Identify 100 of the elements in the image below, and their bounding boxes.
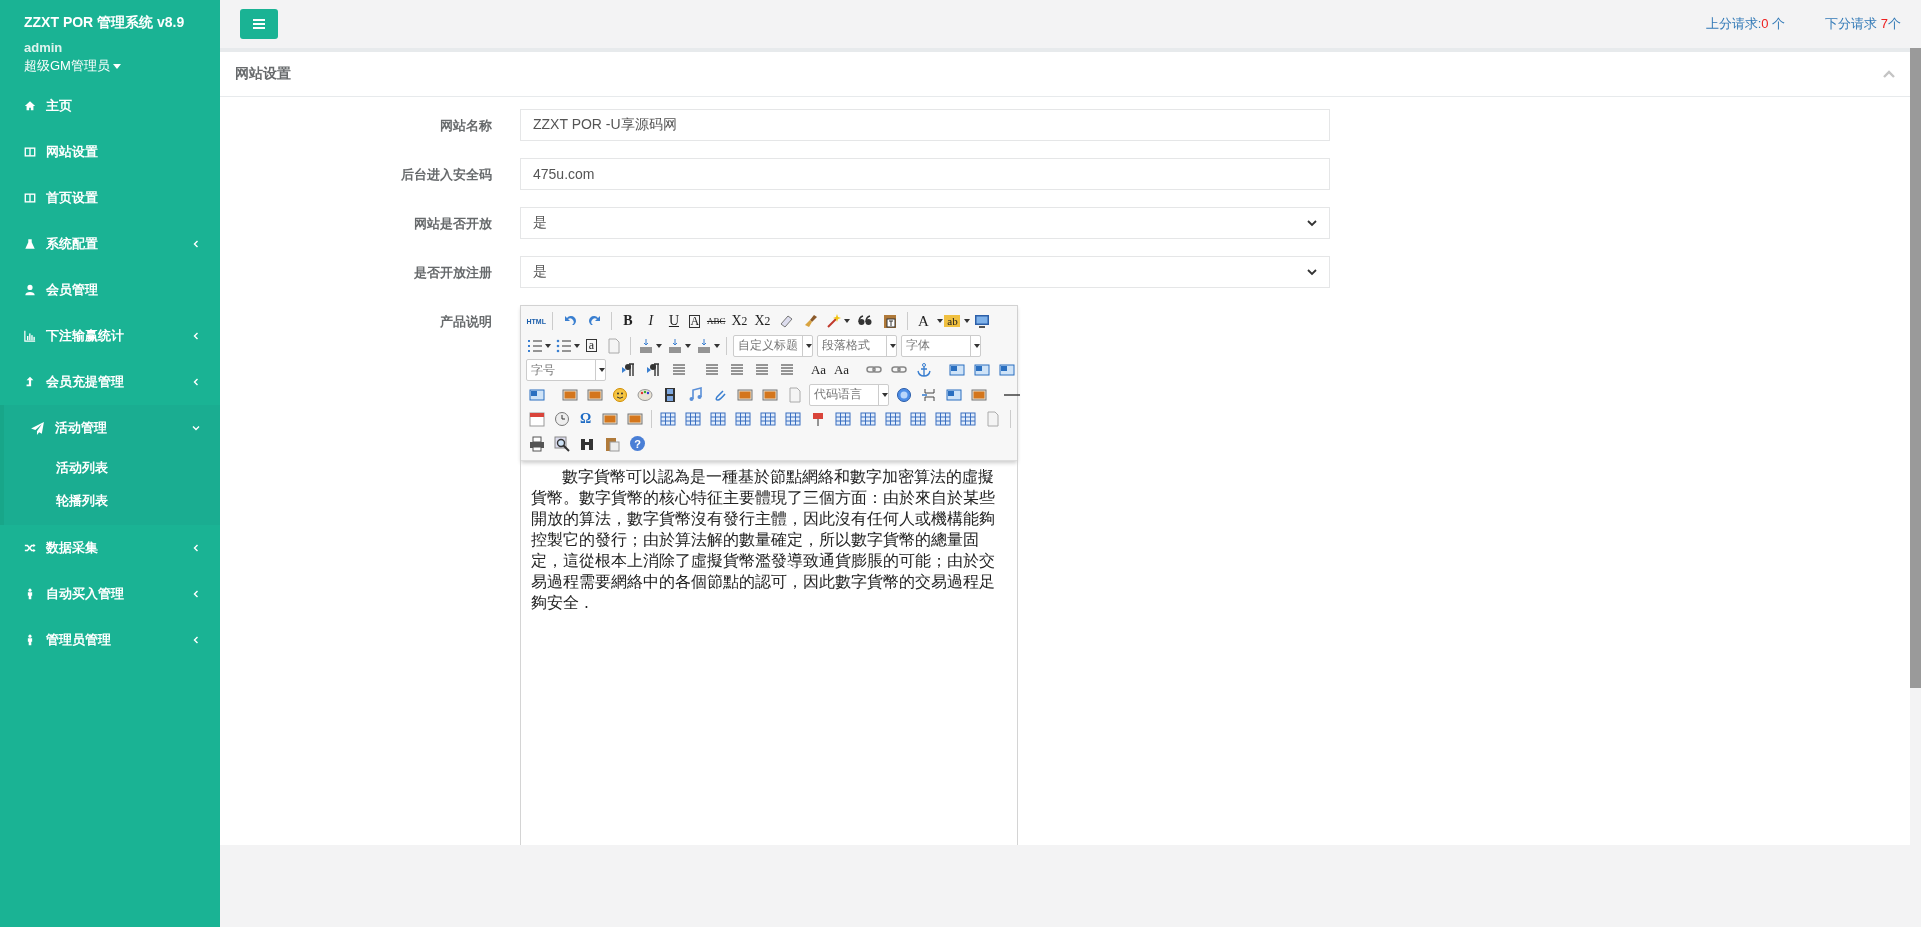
- menu-item[interactable]: 首页设置: [0, 175, 220, 221]
- columns-icon: [24, 146, 36, 158]
- flask-icon: [24, 238, 36, 250]
- image-icon: [761, 386, 778, 403]
- caret-icon: [889, 343, 896, 348]
- toolbar-dropdown[interactable]: 字体: [901, 334, 981, 357]
- monitor-icon: [974, 313, 991, 329]
- symbol-button[interactable]: Ω: [575, 409, 596, 429]
- table-icon: [960, 411, 976, 427]
- globe-icon: [895, 386, 912, 403]
- anchor-icon: [915, 362, 932, 378]
- indent-icon: [670, 362, 687, 378]
- image-icon: [601, 411, 618, 427]
- underline-button[interactable]: U: [663, 311, 684, 331]
- layout-icon: [998, 362, 1015, 378]
- strike-button[interactable]: ABC: [705, 311, 727, 331]
- caret-icon: [805, 343, 812, 348]
- chevron-down-icon: [1307, 268, 1317, 276]
- text-field[interactable]: ZZXT POR -U享源码网: [520, 109, 1330, 141]
- menu-item[interactable]: 系统配置: [0, 221, 220, 267]
- image-icon: [626, 411, 643, 427]
- menu-item[interactable]: 数据采集: [0, 525, 220, 571]
- menu-item[interactable]: 会员管理: [0, 267, 220, 313]
- pagebreak-icon: [920, 386, 937, 403]
- layout-icon: [948, 362, 965, 378]
- italic-button[interactable]: I: [640, 311, 661, 331]
- boxed-button[interactable]: A: [689, 314, 701, 328]
- app-title: ZZXT POR 管理系统 v8.9: [24, 14, 186, 32]
- caret-icon: [844, 319, 851, 323]
- field-label: 后台进入安全码: [400, 166, 493, 184]
- caret-icon: [973, 343, 980, 348]
- caret-icon: [544, 343, 551, 348]
- request-link[interactable]: 上分请求:0 个: [1705, 15, 1786, 33]
- table-icon: [885, 411, 901, 427]
- caret-icon: [881, 392, 888, 397]
- spacing-icon: [666, 337, 683, 354]
- table-icon: [935, 411, 951, 427]
- image-icon: [586, 386, 603, 403]
- editor-content[interactable]: 數字貨幣可以認為是一種基於節點網絡和數字加密算法的虛擬貨幣。數字貨幣的核心特征主要體現了三個方面：由於來自於某些開放的算法，數字貨幣沒有發行主體，因此沒有任何人或機構能夠控製它的發行；由於算法解的數量確定，所以數字貨幣的總量固定，這從根本上消除了虛擬貨幣濫發導致通貨膨脹的可能；由於交易過程需要網絡中的各個節點的認可，因此數字貨幣的交易過程足夠安全 .: [521, 461, 1017, 845]
- lineheight-icon: [695, 337, 712, 354]
- select-field[interactable]: 是: [520, 207, 1330, 239]
- image-icon: [736, 386, 753, 403]
- image-icon: [970, 386, 987, 403]
- table-icon: [735, 411, 751, 427]
- palette-icon: [636, 386, 653, 403]
- paper-plane-icon: [30, 420, 45, 436]
- brush-icon: [803, 313, 820, 329]
- username: admin: [24, 40, 64, 55]
- highlight-button[interactable]: ab: [944, 315, 961, 327]
- menu-item[interactable]: 活动管理: [4, 405, 220, 451]
- menu-item[interactable]: 主页: [0, 83, 220, 129]
- menu-item[interactable]: 会员充提管理: [0, 359, 220, 405]
- align-icon: [728, 362, 745, 378]
- spacing-icon: [637, 337, 654, 354]
- field-label: 网站是否开放: [413, 215, 493, 233]
- clock-icon: [553, 411, 570, 427]
- toolbar-dropdown[interactable]: 代码语言: [809, 383, 889, 406]
- panel-title: 网站设置: [235, 65, 292, 83]
- table-icon: [860, 411, 876, 427]
- table-icon: [710, 411, 726, 427]
- menu-item[interactable]: 自动买入管理: [0, 571, 220, 617]
- caret-icon: [573, 343, 580, 348]
- font-color-button[interactable]: A: [913, 311, 934, 331]
- field-label: 网站名称: [439, 117, 493, 135]
- select-field[interactable]: 是: [520, 256, 1330, 288]
- ulist-icon: [555, 337, 572, 354]
- boxed-button[interactable]: a: [586, 339, 597, 352]
- layout-icon: [973, 362, 990, 378]
- help-button[interactable]: ?: [630, 436, 645, 451]
- olist-icon: [526, 337, 543, 354]
- text-field[interactable]: 475u.com: [520, 158, 1330, 190]
- submenu-item[interactable]: 轮播列表: [4, 484, 220, 517]
- case-button[interactable]: Aa: [808, 360, 829, 380]
- menu-icon: [253, 19, 265, 29]
- chevron-down-icon: [1307, 219, 1317, 227]
- role-dropdown[interactable]: 超级GM管理员: [24, 57, 121, 75]
- request-link[interactable]: 下分请求 7个: [1825, 15, 1901, 33]
- toolbar-dropdown[interactable]: 字号: [526, 359, 606, 381]
- align-icon: [703, 362, 720, 378]
- collapse-icon[interactable]: [1883, 70, 1895, 78]
- paste-icon: [882, 313, 899, 329]
- scrollbar[interactable]: [1910, 48, 1921, 688]
- case-button[interactable]: Aa: [831, 360, 852, 380]
- toolbar-dropdown[interactable]: 自定义标题: [733, 334, 813, 357]
- shuffle-icon: [24, 542, 36, 554]
- menu-item[interactable]: 管理员管理: [0, 617, 220, 663]
- menu-item[interactable]: 网站设置: [0, 129, 220, 175]
- rule-icon: [1003, 393, 1020, 396]
- menu-toggle-button[interactable]: [240, 9, 278, 39]
- field-label: 产品说明: [439, 313, 493, 331]
- menu-item[interactable]: 下注输赢统计: [0, 313, 220, 359]
- upload-arrow-icon: [24, 376, 36, 388]
- toolbar-dropdown[interactable]: 段落格式: [817, 334, 897, 357]
- bold-button[interactable]: B: [617, 311, 638, 331]
- submenu-item[interactable]: 活动列表: [4, 451, 220, 484]
- table-icon: [910, 411, 926, 427]
- clipboard-icon: [603, 435, 620, 452]
- pilcrow-icon: [620, 362, 637, 378]
- page-icon: [985, 411, 1001, 427]
- caret-icon: [655, 343, 662, 348]
